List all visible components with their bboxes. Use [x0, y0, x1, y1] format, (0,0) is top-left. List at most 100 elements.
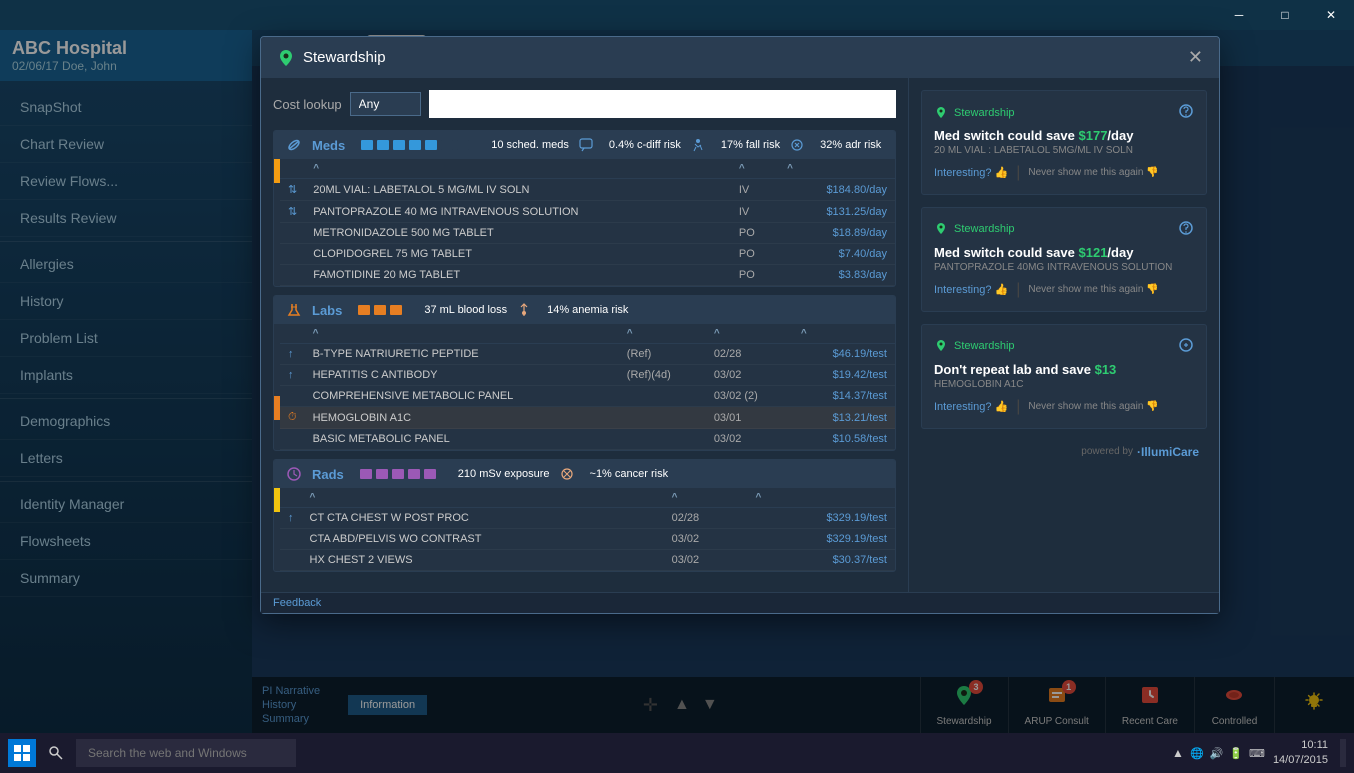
adr-icon	[790, 138, 804, 152]
rads-title: Rads	[312, 467, 344, 482]
lab-price: $46.19/test	[793, 344, 895, 365]
thumbs-up-icon: 👍	[994, 283, 1008, 296]
med-route: PO	[731, 223, 779, 244]
suggestion-detail-3: HEMOGLOBIN A1C	[934, 379, 1194, 390]
interesting-button-3[interactable]: Interesting? 👍	[934, 400, 1008, 413]
labs-icon	[286, 302, 302, 318]
suggestion-header-2: Stewardship	[934, 220, 1194, 239]
med-name: PANTOPRAZOLE 40 MG INTRAVENOUS SOLUTION	[305, 201, 731, 223]
meds-table: ^ ^ ^ ⇅ 20ML VIAL: LABETALOL 5 MG/ML IV …	[280, 159, 895, 286]
start-button[interactable]	[8, 739, 36, 767]
lab-name: HEPATITIS C ANTIBODY	[305, 365, 619, 386]
rad-name: CTA ABD/PELVIS WO CONTRAST	[302, 529, 664, 550]
table-row: HX CHEST 2 VIEWS 03/02 $30.37/test	[280, 550, 895, 571]
meds-col-name: ^	[305, 159, 731, 179]
labs-col-icon	[280, 324, 305, 344]
suggestion-footer-3: Interesting? 👍 | Never show me this agai…	[934, 398, 1194, 416]
lab-price: $13.21/test	[793, 407, 895, 429]
table-row: ⏱ HEMOGLOBIN A1C 03/01 $13.21/test	[280, 407, 895, 429]
taskbar: ▲ 🌐 🔊 🔋 ⌨ 10:11 14/07/2015	[0, 733, 1354, 773]
cost-lookup-select-wrapper: Any Insurance Patient	[350, 92, 421, 116]
never-show-button-1[interactable]: Never show me this again 👎	[1028, 167, 1159, 178]
row-icon	[280, 529, 302, 550]
meds-stat1: 10 sched. meds	[491, 139, 569, 151]
app-close-button[interactable]: ✕	[1308, 0, 1354, 30]
interesting-button-2[interactable]: Interesting? 👍	[934, 283, 1008, 296]
cost-lookup-input[interactable]	[429, 90, 896, 118]
rad-date: 03/02	[664, 529, 748, 550]
lab-ref	[619, 429, 706, 450]
never-show-button-2[interactable]: Never show me this again 👎	[1028, 284, 1159, 295]
med-route: IV	[731, 201, 779, 223]
table-row: ↑ CT CTA CHEST W POST PROC 02/28 $329.19…	[280, 508, 895, 529]
rads-section-header: Rads 210 mSv exposure ~1% cancer risk	[274, 460, 895, 488]
modal-close-button[interactable]: ✕	[1188, 47, 1203, 68]
rads-stat2: ~1% cancer risk	[590, 468, 669, 480]
suggestion-card-3: Stewardship Don't repeat lab and save $1…	[921, 324, 1207, 429]
med-price: $184.80/day	[779, 179, 895, 201]
taskbar-time-value: 10:11	[1273, 738, 1328, 753]
cost-lookup-select[interactable]: Any Insurance Patient	[350, 92, 421, 116]
med-name: 20ML VIAL: LABETALOL 5 MG/ML IV SOLN	[305, 179, 731, 201]
minimize-button[interactable]: ─	[1216, 0, 1262, 30]
row-icon: ⏱	[280, 407, 305, 429]
row-icon	[280, 244, 305, 265]
illumicare-logo: ·IllumiCare	[1137, 445, 1199, 459]
suggestion-card-1: Stewardship Med switch could save $177/d…	[921, 90, 1207, 195]
table-row: METRONIDAZOLE 500 MG TABLET PO $18.89/da…	[280, 223, 895, 244]
maximize-button[interactable]: □	[1262, 0, 1308, 30]
lab-name: BASIC METABOLIC PANEL	[305, 429, 619, 450]
meds-icon	[286, 137, 302, 153]
chat-icon	[579, 138, 593, 152]
med-route: PO	[731, 265, 779, 286]
taskbar-search-input[interactable]	[76, 739, 296, 767]
never-show-button-3[interactable]: Never show me this again 👎	[1028, 401, 1159, 412]
lab-name: B-TYPE NATRIURETIC PEPTIDE	[305, 344, 619, 365]
feedback-link[interactable]: Feedback	[273, 597, 321, 609]
meds-section-header: Meds 10 sched. meds 0.4% c-diff risk 17%…	[274, 131, 895, 159]
med-name: METRONIDAZOLE 500 MG TABLET	[305, 223, 731, 244]
lab-name: HEMOGLOBIN A1C	[305, 407, 619, 429]
row-icon: ⇅	[280, 179, 305, 201]
suggestion-card-2: Stewardship Med switch could save $121/d…	[921, 207, 1207, 312]
interesting-button-1[interactable]: Interesting? 👍	[934, 166, 1008, 179]
meds-stat4: 32% adr risk	[820, 139, 881, 151]
row-icon	[280, 223, 305, 244]
modal-title-row: Stewardship	[277, 49, 386, 67]
suggestion-header-3: Stewardship	[934, 337, 1194, 356]
suggestion-title-3: Don't repeat lab and save $13	[934, 362, 1194, 379]
med-name: CLOPIDOGREL 75 MG TABLET	[305, 244, 731, 265]
rads-col-name: ^	[302, 488, 664, 508]
lab-price: $14.37/test	[793, 386, 895, 407]
suggestion-detail-icon-2	[1178, 220, 1194, 239]
lab-ref	[619, 407, 706, 429]
modal-right-panel: Stewardship Med switch could save $177/d…	[909, 78, 1219, 592]
suggestion-title-2: Med switch could save $121/day	[934, 245, 1194, 262]
rad-name: HX CHEST 2 VIEWS	[302, 550, 664, 571]
suggestion-detail-icon-1	[1178, 103, 1194, 122]
lab-date: 03/02	[706, 429, 793, 450]
labs-stat2: 14% anemia risk	[547, 304, 628, 316]
meds-table-wrapper: ^ ^ ^ ⇅ 20ML VIAL: LABETALOL 5 MG/ML IV …	[274, 159, 895, 286]
thumbs-down-icon: 👎	[1146, 401, 1158, 412]
modal-left-panel: Cost lookup Any Insurance Patient Meds	[261, 78, 909, 592]
rads-section: Rads 210 mSv exposure ~1% cancer risk	[273, 459, 896, 572]
meds-stat3: 17% fall risk	[721, 139, 780, 151]
lab-date: 03/02	[706, 365, 793, 386]
labs-col-price: ^	[793, 324, 895, 344]
lab-name: COMPREHENSIVE METABOLIC PANEL	[305, 386, 619, 407]
stewardship-suggestion-icon-3	[934, 339, 948, 353]
med-name: FAMOTIDINE 20 MG TABLET	[305, 265, 731, 286]
labs-col-ref: ^	[619, 324, 706, 344]
thumbs-down-icon: 👎	[1146, 284, 1158, 295]
rads-stat1: 210 mSv exposure	[458, 468, 550, 480]
taskbar-battery-icon: 🔋	[1229, 747, 1243, 760]
med-route: IV	[731, 179, 779, 201]
show-desktop-button[interactable]	[1340, 739, 1346, 767]
anemia-icon	[517, 303, 531, 317]
lab-price: $10.58/test	[793, 429, 895, 450]
table-row: ⇅ PANTOPRAZOLE 40 MG INTRAVENOUS SOLUTIO…	[280, 201, 895, 223]
lab-ref: (Ref)	[619, 344, 706, 365]
taskbar-search-icon[interactable]	[44, 741, 68, 765]
rad-date: 03/02	[664, 550, 748, 571]
